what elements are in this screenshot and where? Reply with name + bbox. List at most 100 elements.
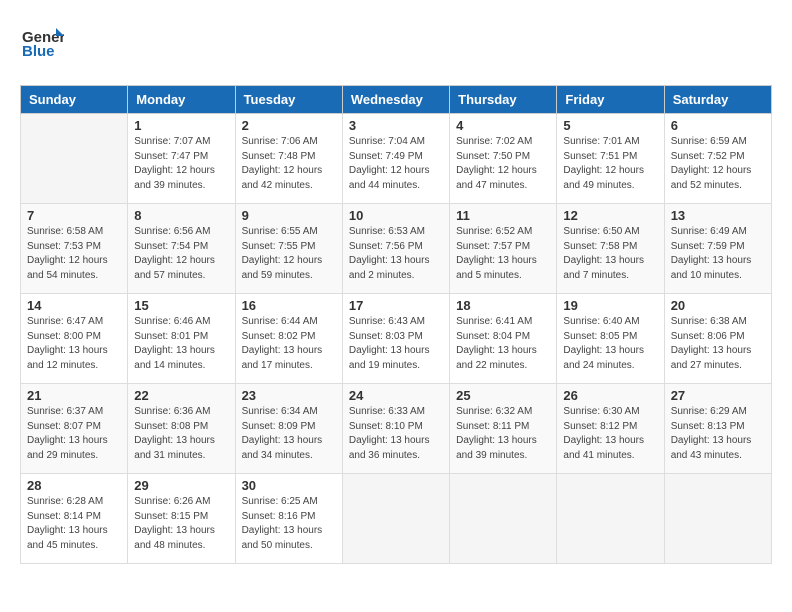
- calendar-week-row: 1 Sunrise: 7:07 AMSunset: 7:47 PMDaylight…: [21, 114, 772, 204]
- day-info: Sunrise: 7:02 AMSunset: 7:50 PMDaylight:…: [456, 135, 550, 193]
- calendar-body: 1 Sunrise: 7:07 AMSunset: 7:47 PMDaylight…: [21, 114, 772, 564]
- day-info: Sunrise: 6:44 AMSunset: 8:02 PMDaylight:…: [242, 315, 336, 373]
- day-header-thursday: Thursday: [450, 86, 557, 114]
- calendar-cell: 28 Sunrise: 6:28 AMSunset: 8:14 PMDayligh…: [21, 474, 128, 564]
- calendar-cell: 26 Sunrise: 6:30 AMSunset: 8:12 PMDayligh…: [557, 384, 664, 474]
- day-number: 9: [242, 208, 336, 223]
- calendar-cell: 2 Sunrise: 7:06 AMSunset: 7:48 PMDaylight…: [235, 114, 342, 204]
- calendar-cell: [664, 474, 771, 564]
- day-number: 7: [27, 208, 121, 223]
- calendar-cell: 21 Sunrise: 6:37 AMSunset: 8:07 PMDayligh…: [21, 384, 128, 474]
- calendar-week-row: 21 Sunrise: 6:37 AMSunset: 8:07 PMDayligh…: [21, 384, 772, 474]
- day-info: Sunrise: 6:49 AMSunset: 7:59 PMDaylight:…: [671, 225, 765, 283]
- day-info: Sunrise: 6:56 AMSunset: 7:54 PMDaylight:…: [134, 225, 228, 283]
- day-number: 30: [242, 478, 336, 493]
- calendar-cell: 7Sunrise: 6:58 AMSunset: 7:53 PMDaylight…: [21, 204, 128, 294]
- day-number: 24: [349, 388, 443, 403]
- day-info: Sunrise: 6:36 AMSunset: 8:08 PMDaylight:…: [134, 405, 228, 463]
- calendar-week-row: 7Sunrise: 6:58 AMSunset: 7:53 PMDaylight…: [21, 204, 772, 294]
- day-info: Sunrise: 6:30 AMSunset: 8:12 PMDaylight:…: [563, 405, 657, 463]
- day-number: 26: [563, 388, 657, 403]
- calendar-cell: 10Sunrise: 6:53 AMSunset: 7:56 PMDayligh…: [342, 204, 449, 294]
- header: General Blue: [20, 20, 772, 69]
- day-info: Sunrise: 6:33 AMSunset: 8:10 PMDaylight:…: [349, 405, 443, 463]
- day-info: Sunrise: 7:07 AMSunset: 7:47 PMDaylight:…: [134, 135, 228, 193]
- calendar-week-row: 14Sunrise: 6:47 AMSunset: 8:00 PMDayligh…: [21, 294, 772, 384]
- day-info: Sunrise: 6:28 AMSunset: 8:14 PMDaylight:…: [27, 495, 121, 553]
- calendar-cell: [21, 114, 128, 204]
- calendar-cell: 25 Sunrise: 6:32 AMSunset: 8:11 PMDayligh…: [450, 384, 557, 474]
- calendar-header-row: SundayMondayTuesdayWednesdayThursdayFrid…: [21, 86, 772, 114]
- calendar-cell: 6 Sunrise: 6:59 AMSunset: 7:52 PMDaylight…: [664, 114, 771, 204]
- calendar-cell: 18Sunrise: 6:41 AMSunset: 8:04 PMDayligh…: [450, 294, 557, 384]
- calendar-cell: [450, 474, 557, 564]
- day-header-sunday: Sunday: [21, 86, 128, 114]
- day-header-tuesday: Tuesday: [235, 86, 342, 114]
- calendar-cell: 8 Sunrise: 6:56 AMSunset: 7:54 PMDaylight…: [128, 204, 235, 294]
- day-info: Sunrise: 7:06 AMSunset: 7:48 PMDaylight:…: [242, 135, 336, 193]
- logo-icon: General Blue: [20, 20, 64, 64]
- calendar-cell: 14Sunrise: 6:47 AMSunset: 8:00 PMDayligh…: [21, 294, 128, 384]
- day-info: Sunrise: 6:37 AMSunset: 8:07 PMDaylight:…: [27, 405, 121, 463]
- day-number: 16: [242, 298, 336, 313]
- calendar-cell: 15 Sunrise: 6:46 AMSunset: 8:01 PMDayligh…: [128, 294, 235, 384]
- calendar-cell: 16 Sunrise: 6:44 AMSunset: 8:02 PMDayligh…: [235, 294, 342, 384]
- day-number: 14: [27, 298, 121, 313]
- day-number: 27: [671, 388, 765, 403]
- day-number: 28: [27, 478, 121, 493]
- day-info: Sunrise: 6:41 AMSunset: 8:04 PMDaylight:…: [456, 315, 550, 373]
- day-info: Sunrise: 6:43 AMSunset: 8:03 PMDaylight:…: [349, 315, 443, 373]
- day-info: Sunrise: 6:32 AMSunset: 8:11 PMDaylight:…: [456, 405, 550, 463]
- day-header-saturday: Saturday: [664, 86, 771, 114]
- day-info: Sunrise: 6:34 AMSunset: 8:09 PMDaylight:…: [242, 405, 336, 463]
- day-number: 25: [456, 388, 550, 403]
- calendar-cell: 20 Sunrise: 6:38 AMSunset: 8:06 PMDayligh…: [664, 294, 771, 384]
- svg-text:Blue: Blue: [22, 43, 55, 60]
- day-number: 5: [563, 118, 657, 133]
- day-info: Sunrise: 6:55 AMSunset: 7:55 PMDaylight:…: [242, 225, 336, 283]
- calendar-cell: 12Sunrise: 6:50 AMSunset: 7:58 PMDayligh…: [557, 204, 664, 294]
- day-number: 4: [456, 118, 550, 133]
- calendar-cell: 3 Sunrise: 7:04 AMSunset: 7:49 PMDaylight…: [342, 114, 449, 204]
- day-info: Sunrise: 6:40 AMSunset: 8:05 PMDaylight:…: [563, 315, 657, 373]
- day-info: Sunrise: 6:50 AMSunset: 7:58 PMDaylight:…: [563, 225, 657, 283]
- calendar-cell: 11Sunrise: 6:52 AMSunset: 7:57 PMDayligh…: [450, 204, 557, 294]
- day-info: Sunrise: 6:59 AMSunset: 7:52 PMDaylight:…: [671, 135, 765, 193]
- day-number: 20: [671, 298, 765, 313]
- calendar-table: SundayMondayTuesdayWednesdayThursdayFrid…: [20, 85, 772, 564]
- calendar-cell: 9 Sunrise: 6:55 AMSunset: 7:55 PMDaylight…: [235, 204, 342, 294]
- calendar-cell: 19 Sunrise: 6:40 AMSunset: 8:05 PMDayligh…: [557, 294, 664, 384]
- day-number: 13: [671, 208, 765, 223]
- day-info: Sunrise: 6:25 AMSunset: 8:16 PMDaylight:…: [242, 495, 336, 553]
- calendar-cell: 5Sunrise: 7:01 AMSunset: 7:51 PMDaylight…: [557, 114, 664, 204]
- day-number: 6: [671, 118, 765, 133]
- calendar-cell: 30 Sunrise: 6:25 AMSunset: 8:16 PMDayligh…: [235, 474, 342, 564]
- day-number: 15: [134, 298, 228, 313]
- day-number: 22: [134, 388, 228, 403]
- day-info: Sunrise: 6:46 AMSunset: 8:01 PMDaylight:…: [134, 315, 228, 373]
- day-header-monday: Monday: [128, 86, 235, 114]
- day-info: Sunrise: 6:53 AMSunset: 7:56 PMDaylight:…: [349, 225, 443, 283]
- day-number: 29: [134, 478, 228, 493]
- calendar-cell: 29 Sunrise: 6:26 AMSunset: 8:15 PMDayligh…: [128, 474, 235, 564]
- calendar-cell: 17Sunrise: 6:43 AMSunset: 8:03 PMDayligh…: [342, 294, 449, 384]
- day-info: Sunrise: 7:04 AMSunset: 7:49 PMDaylight:…: [349, 135, 443, 193]
- day-info: Sunrise: 6:26 AMSunset: 8:15 PMDaylight:…: [134, 495, 228, 553]
- calendar-cell: 27 Sunrise: 6:29 AMSunset: 8:13 PMDayligh…: [664, 384, 771, 474]
- day-number: 21: [27, 388, 121, 403]
- calendar-cell: 23Sunrise: 6:34 AMSunset: 8:09 PMDayligh…: [235, 384, 342, 474]
- calendar-cell: [557, 474, 664, 564]
- logo: General Blue: [20, 20, 64, 69]
- calendar-week-row: 28 Sunrise: 6:28 AMSunset: 8:14 PMDayligh…: [21, 474, 772, 564]
- calendar-cell: 1 Sunrise: 7:07 AMSunset: 7:47 PMDaylight…: [128, 114, 235, 204]
- day-number: 19: [563, 298, 657, 313]
- day-info: Sunrise: 6:38 AMSunset: 8:06 PMDaylight:…: [671, 315, 765, 373]
- calendar-cell: 24 Sunrise: 6:33 AMSunset: 8:10 PMDayligh…: [342, 384, 449, 474]
- calendar-cell: 4 Sunrise: 7:02 AMSunset: 7:50 PMDaylight…: [450, 114, 557, 204]
- day-number: 1: [134, 118, 228, 133]
- day-info: Sunrise: 6:29 AMSunset: 8:13 PMDaylight:…: [671, 405, 765, 463]
- day-number: 3: [349, 118, 443, 133]
- calendar-cell: 22 Sunrise: 6:36 AMSunset: 8:08 PMDayligh…: [128, 384, 235, 474]
- day-number: 2: [242, 118, 336, 133]
- day-number: 8: [134, 208, 228, 223]
